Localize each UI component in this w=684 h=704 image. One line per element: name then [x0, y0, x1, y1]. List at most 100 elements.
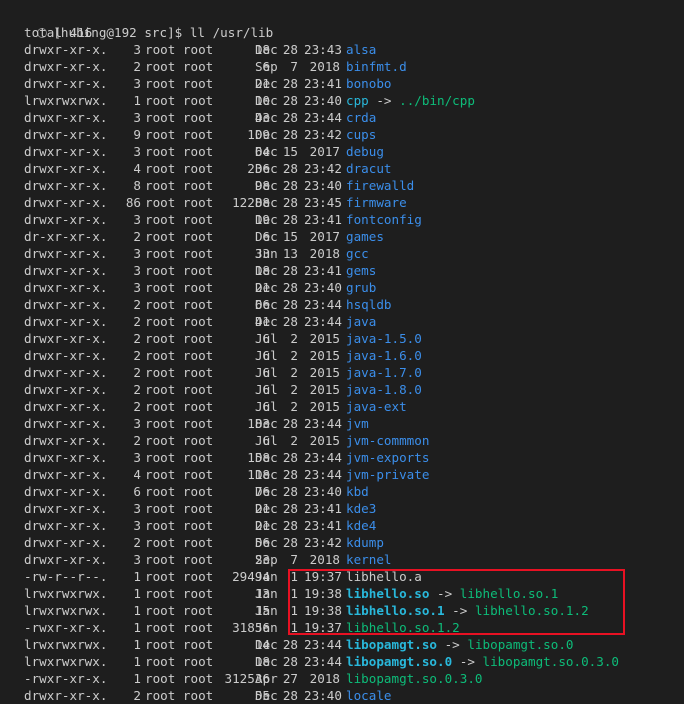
file-entry[interactable]: java-ext [346, 398, 407, 415]
link-count: 8 [133, 178, 141, 193]
owner: root root [145, 382, 214, 397]
permissions: drwxr-xr-x. [24, 484, 108, 499]
file-entry[interactable]: gcc [346, 245, 369, 262]
file-entry[interactable]: java-1.6.0 [346, 347, 422, 364]
terminal-window[interactable]: [hubing@192 src]$ ll /usr/lib total 416 … [0, 0, 684, 704]
month: Dec [255, 127, 278, 142]
file-entry[interactable]: jvm-commmon [346, 432, 429, 449]
permissions: lrwxrwxrwx. [24, 654, 108, 669]
day: 28 [282, 195, 298, 210]
permissions: drwxr-xr-x. [24, 416, 108, 431]
day: 28 [282, 212, 298, 227]
file-entry[interactable]: locale [346, 687, 392, 704]
link-count: 2 [133, 399, 141, 414]
time: 23:44 [304, 467, 342, 482]
day: 28 [282, 93, 298, 108]
month: Dec [255, 297, 278, 312]
month: Dec [255, 76, 278, 91]
file-entry[interactable]: kdump [346, 534, 384, 551]
file-name: java-1.6.0 [346, 348, 422, 363]
file-entry[interactable]: java-1.8.0 [346, 381, 422, 398]
file-entry[interactable]: cups [346, 126, 376, 143]
owner: root root [145, 603, 214, 618]
owner: root root [145, 127, 214, 142]
file-entry[interactable]: libhello.so -> libhello.so.1 [346, 585, 558, 602]
owner: root root [145, 552, 214, 567]
file-entry[interactable]: crda [346, 109, 376, 126]
symlink-arrow: -> [452, 603, 468, 618]
day: 7 [290, 59, 298, 74]
owner: root root [145, 569, 214, 584]
day: 2 [290, 365, 298, 380]
file-name: firmware [346, 195, 407, 210]
file-entry[interactable]: libhello.so.1 -> libhello.so.1.2 [346, 602, 589, 619]
month: Dec [255, 501, 278, 516]
link-count: 6 [133, 484, 141, 499]
file-entry[interactable]: debug [346, 143, 384, 160]
month: Dec [255, 161, 278, 176]
month: Dec [255, 195, 278, 210]
file-entry[interactable]: grub [346, 279, 376, 296]
symlink-target: libopamgt.so.0 [467, 637, 574, 652]
file-entry[interactable]: dracut [346, 160, 392, 177]
permissions: lrwxrwxrwx. [24, 586, 108, 601]
file-entry[interactable]: bonobo [346, 75, 392, 92]
owner: root root [145, 416, 214, 431]
file-name: kbd [346, 484, 369, 499]
file-entry[interactable]: jvm-exports [346, 449, 429, 466]
file-entry[interactable]: libopamgt.so.0.3.0 [346, 670, 482, 687]
month: Jun [255, 246, 278, 261]
day: 28 [282, 535, 298, 550]
file-name: hsqldb [346, 297, 392, 312]
permissions: drwxr-xr-x. [24, 365, 108, 380]
file-entry[interactable]: binfmt.d [346, 58, 407, 75]
file-name: fontconfig [346, 212, 422, 227]
time: 23:42 [304, 127, 342, 142]
day: 28 [282, 127, 298, 142]
permissions: drwxr-xr-x. [24, 348, 108, 363]
file-entry[interactable]: alsa [346, 41, 376, 58]
file-entry[interactable]: gems [346, 262, 376, 279]
permissions: drwxr-xr-x. [24, 212, 108, 227]
file-entry[interactable]: firewalld [346, 177, 414, 194]
file-entry[interactable]: hsqldb [346, 296, 392, 313]
file-entry[interactable]: jvm-private [346, 466, 429, 483]
file-entry[interactable]: jvm [346, 415, 369, 432]
time: 23:41 [304, 263, 342, 278]
file-entry[interactable]: kde3 [346, 500, 376, 517]
link-count: 2 [133, 229, 141, 244]
file-entry[interactable]: libhello.a [346, 568, 422, 585]
file-name: kernel [346, 552, 392, 567]
owner: root root [145, 178, 214, 193]
file-entry[interactable]: cpp -> ../bin/cpp [346, 92, 475, 109]
file-name: kdump [346, 535, 384, 550]
permissions: dr-xr-xr-x. [24, 229, 108, 244]
file-name: libopamgt.so.0 [346, 654, 453, 669]
file-entry[interactable]: java [346, 313, 376, 330]
day: 28 [282, 263, 298, 278]
month: Sep [255, 552, 278, 567]
file-entry[interactable]: kde4 [346, 517, 376, 534]
owner: root root [145, 246, 214, 261]
file-entry[interactable]: firmware [346, 194, 407, 211]
owner: root root [145, 59, 214, 74]
permissions: drwxr-xr-x. [24, 518, 108, 533]
month: Jul [255, 365, 278, 380]
owner: root root [145, 212, 214, 227]
day: 1 [290, 569, 298, 584]
file-entry[interactable]: java-1.7.0 [346, 364, 422, 381]
file-entry[interactable]: kbd [346, 483, 369, 500]
link-count: 1 [133, 93, 141, 108]
file-entry[interactable]: kernel [346, 551, 392, 568]
file-entry[interactable]: libhello.so.1.2 [346, 619, 460, 636]
month: Dec [255, 280, 278, 295]
file-entry[interactable]: libopamgt.so.0 -> libopamgt.so.0.3.0 [346, 653, 619, 670]
file-entry[interactable]: fontconfig [346, 211, 422, 228]
permissions: drwxr-xr-x. [24, 535, 108, 550]
owner: root root [145, 501, 214, 516]
link-count: 2 [133, 433, 141, 448]
file-entry[interactable]: libopamgt.so -> libopamgt.so.0 [346, 636, 574, 653]
file-entry[interactable]: games [346, 228, 384, 245]
time: 23:44 [304, 637, 342, 652]
file-entry[interactable]: java-1.5.0 [346, 330, 422, 347]
